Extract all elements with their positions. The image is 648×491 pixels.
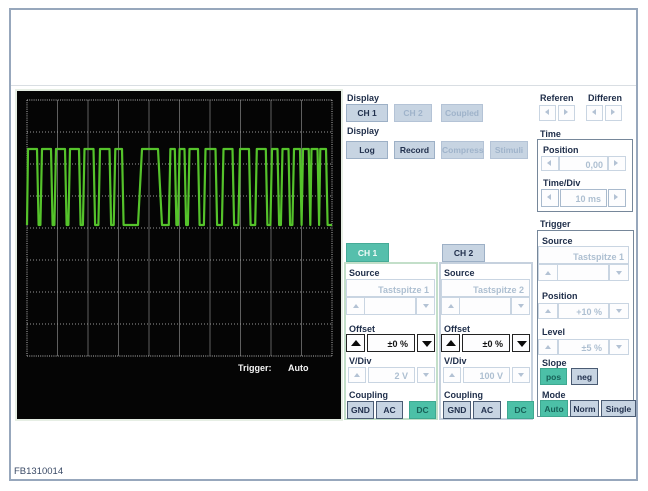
svg-text:Auto: Auto [288,363,309,373]
svg-text:Trigger:: Trigger: [238,363,272,373]
